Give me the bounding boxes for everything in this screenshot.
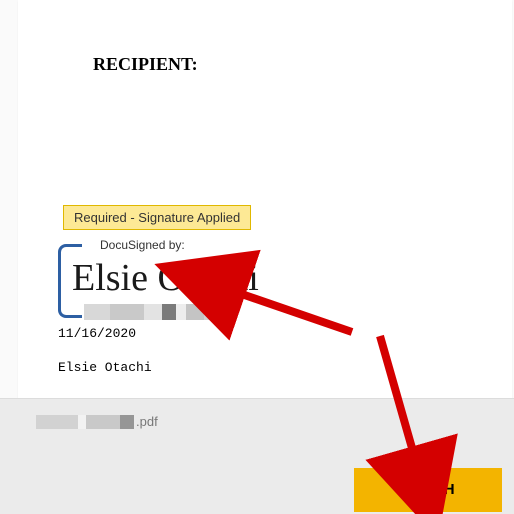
file-name-row[interactable]: .pdf — [36, 414, 158, 429]
file-extension: .pdf — [136, 414, 158, 429]
signature-date: 11/16/2020 — [58, 326, 136, 341]
signature-block[interactable]: DocuSigned by: Elsie Otachi — [58, 238, 288, 328]
signature-id-redacted — [84, 304, 250, 320]
signer-name: Elsie Otachi — [58, 360, 152, 375]
recipient-heading: RECIPIENT: — [93, 54, 198, 75]
file-name-redacted — [36, 415, 134, 429]
signature-script: Elsie Otachi — [72, 256, 259, 300]
finish-button[interactable]: FINISH — [354, 468, 502, 512]
signature-tooltip: Required - Signature Applied — [63, 205, 251, 230]
docusign-label: DocuSigned by: — [100, 238, 185, 252]
document-page: RECIPIENT: Required - Signature Applied … — [18, 0, 512, 398]
